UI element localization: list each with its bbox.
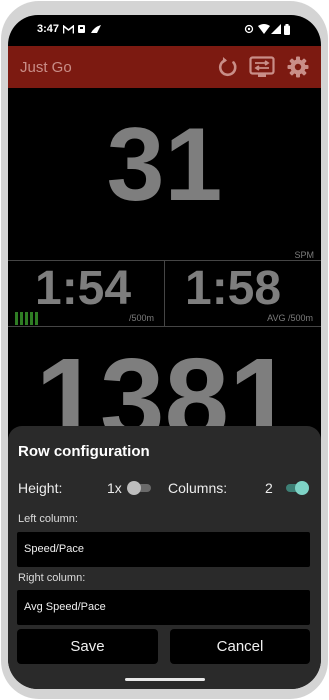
avg-pace-unit: AVG /500m <box>267 313 313 323</box>
columns-toggle[interactable] <box>282 479 312 497</box>
toggle-thumb <box>127 481 141 495</box>
cast-icon <box>90 23 102 35</box>
height-value: 1x <box>107 480 122 496</box>
columns-value: 2 <box>265 480 273 496</box>
force-bar <box>25 312 28 325</box>
app-bar: Just Go <box>8 46 321 88</box>
left-column-field[interactable]: Speed/Pace <box>17 532 310 567</box>
location-icon <box>244 23 254 35</box>
screen: 3:47 Just Go 31 SPM 1:54 /500m 1:58 AVG … <box>8 15 321 689</box>
left-column-label: Left column: <box>18 513 78 525</box>
stroke-rate-value: 31 <box>106 107 223 223</box>
save-button[interactable]: Save <box>17 629 158 664</box>
force-bar <box>30 312 33 325</box>
force-bar <box>35 312 38 325</box>
right-column-field[interactable]: Avg Speed/Pace <box>17 590 310 625</box>
row-configuration-sheet: Row configuration Height: 1x Columns: 2 … <box>8 426 321 689</box>
avg-pace-value: 1:58 <box>185 262 282 315</box>
pace-value: 1:54 <box>35 262 132 315</box>
app-title: Just Go <box>20 59 72 76</box>
stroke-rate-unit: SPM <box>294 250 314 260</box>
sheet-title: Row configuration <box>18 443 150 460</box>
right-column-label: Right column: <box>18 572 86 584</box>
phone-frame: 3:47 Just Go 31 SPM 1:54 /500m 1:58 AVG … <box>1 1 328 699</box>
height-label: Height: <box>18 480 63 496</box>
gesture-nav-bar[interactable] <box>125 678 205 681</box>
column-divider <box>164 261 165 326</box>
force-bar <box>20 312 23 325</box>
pace-unit: /500m <box>129 313 155 323</box>
battery-icon <box>284 23 290 35</box>
status-time: 3:47 <box>37 23 60 35</box>
height-toggle[interactable] <box>126 479 156 497</box>
signal-icon <box>271 23 281 35</box>
wifi-icon <box>258 23 270 35</box>
status-bar: 3:47 <box>8 15 321 45</box>
gmail-icon <box>63 23 74 35</box>
screen-swap-icon[interactable] <box>249 55 275 79</box>
gear-icon[interactable] <box>286 55 310 79</box>
divider <box>8 326 321 327</box>
toggle-thumb <box>295 481 309 495</box>
notification-icon <box>77 23 86 35</box>
force-bar <box>15 312 18 325</box>
columns-label: Columns: <box>168 480 228 496</box>
refresh-icon[interactable] <box>216 55 240 79</box>
cancel-button[interactable]: Cancel <box>170 629 310 664</box>
